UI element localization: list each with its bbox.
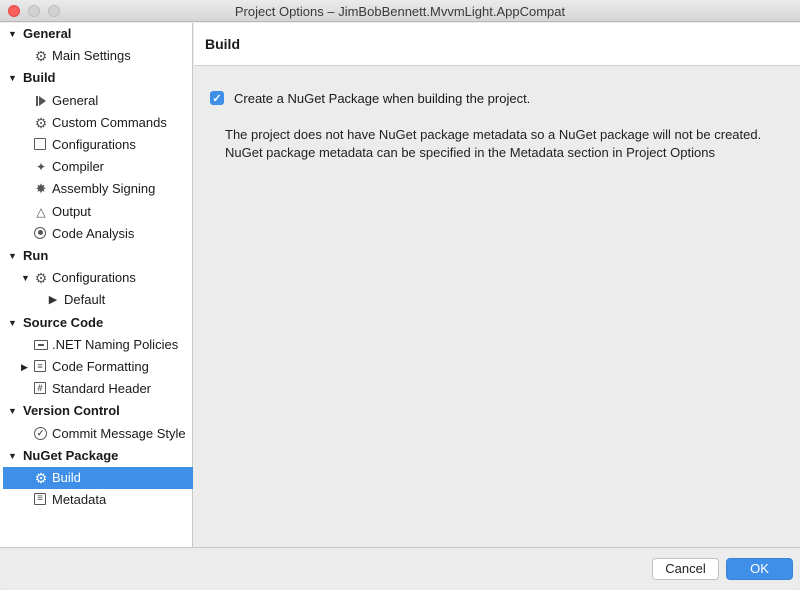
sidebar-section-label: Source Code xyxy=(23,314,104,330)
sidebar-item-label: Default xyxy=(64,292,106,308)
gear-icon xyxy=(34,116,48,130)
sidebar-section-label: NuGet Package xyxy=(23,447,119,463)
sidebar-item-main-settings[interactable]: Main Settings xyxy=(0,45,193,67)
sidebar-item-label: Assembly Signing xyxy=(52,181,156,197)
sidebar-item-configurations[interactable]: Configurations xyxy=(0,267,193,289)
sidebar-item-custom-commands[interactable]: Custom Commands xyxy=(0,112,193,134)
document-icon xyxy=(34,493,46,506)
compiler-icon xyxy=(34,160,48,174)
sidebar-item-label: Code Analysis xyxy=(52,225,135,241)
sidebar-section-build[interactable]: Build xyxy=(0,67,193,89)
target-icon xyxy=(34,226,46,239)
sidebar-item-general[interactable]: General xyxy=(0,90,193,112)
sidebar-item-label: Configurations xyxy=(52,137,136,152)
dialog-footer: Cancel OK xyxy=(0,547,800,590)
disclosure-down-icon[interactable] xyxy=(8,245,17,267)
disclosure-down-icon[interactable] xyxy=(21,267,30,289)
sidebar-item-label: Metadata xyxy=(52,492,107,508)
sidebar-item-build[interactable]: Build xyxy=(3,467,193,489)
play-icon xyxy=(34,94,48,108)
seal-icon xyxy=(34,182,48,196)
sidebar-item-metadata[interactable]: Metadata xyxy=(0,489,193,511)
sidebar-item-configurations[interactable]: Configurations xyxy=(0,134,193,156)
sidebar-item-label: Commit Message Style xyxy=(52,425,186,441)
gear-icon xyxy=(34,271,48,285)
sidebar-section-label: Build xyxy=(23,70,56,86)
create-nuget-package-checkbox[interactable]: ✓ xyxy=(210,91,224,105)
project-options-window: Project Options – JimBobBennett.MvvmLigh… xyxy=(0,0,800,590)
sidebar-section-version-control[interactable]: Version Control xyxy=(0,400,193,422)
sidebar-item-label: Main Settings xyxy=(52,48,131,64)
sidebar-section-label: General xyxy=(23,26,72,41)
sidebar-item-code-analysis[interactable]: Code Analysis xyxy=(0,223,193,245)
sidebar-item-code-formatting[interactable]: Code Formatting xyxy=(0,356,193,378)
sidebar-section-general[interactable]: General xyxy=(0,23,193,45)
sidebar-item-label: Build xyxy=(52,470,81,485)
naming-icon xyxy=(34,339,48,350)
window-title: Project Options – JimBobBennett.MvvmLigh… xyxy=(234,4,566,19)
sidebar-item-label: Output xyxy=(52,203,92,219)
disclosure-down-icon[interactable] xyxy=(8,67,17,89)
sidebar-section-source-code[interactable]: Source Code xyxy=(0,312,193,334)
disclosure-down-icon[interactable] xyxy=(8,445,17,467)
sidebar-item-compiler[interactable]: Compiler xyxy=(0,156,193,178)
ok-button[interactable]: OK xyxy=(726,558,793,580)
sidebar-item-standard-header[interactable]: Standard Header xyxy=(0,378,193,400)
disclosure-down-icon[interactable] xyxy=(8,400,17,422)
sidebar-item-label: Code Formatting xyxy=(52,359,149,374)
window-icon xyxy=(34,138,46,150)
disclosure-down-icon[interactable] xyxy=(8,23,17,45)
gear-icon xyxy=(34,471,48,485)
sidebar-item-label: Standard Header xyxy=(52,381,152,397)
sidebar-item-net-naming-policies[interactable]: .NET Naming Policies xyxy=(0,334,193,356)
sidebar-item-commit-message-style[interactable]: Commit Message Style xyxy=(0,423,193,445)
sidebar-section-label: Run xyxy=(23,248,49,263)
sidebar-section-label: Version Control xyxy=(23,403,120,419)
metadata-info-text: The project does not have NuGet package … xyxy=(225,127,762,160)
page-title: Build xyxy=(205,36,240,52)
sidebar-section-run[interactable]: Run xyxy=(0,245,193,267)
gear-icon xyxy=(34,49,48,63)
check-circle-icon xyxy=(34,426,47,440)
disclosure-down-icon[interactable] xyxy=(8,312,17,334)
flask-icon xyxy=(34,205,48,219)
sidebar-item-label: Custom Commands xyxy=(52,114,167,130)
main-panel: Build ✓ Create a NuGet Package when buil… xyxy=(194,23,800,547)
create-nuget-package-label[interactable]: Create a NuGet Package when building the… xyxy=(234,91,530,106)
sidebar-item-label: .NET Naming Policies xyxy=(52,336,179,352)
panel-header: Build xyxy=(194,23,800,66)
play-triangle-icon xyxy=(46,293,60,307)
sidebar-item-default[interactable]: Default xyxy=(0,289,193,311)
hash-icon xyxy=(34,382,46,395)
sidebar-item-assembly-signing[interactable]: Assembly Signing xyxy=(0,178,193,200)
title-bar: Project Options – JimBobBennett.MvvmLigh… xyxy=(0,0,800,22)
sidebar-section-nuget-package[interactable]: NuGet Package xyxy=(0,445,193,467)
sidebar-item-output[interactable]: Output xyxy=(0,201,193,223)
disclosure-right-icon[interactable] xyxy=(21,356,28,378)
options-sidebar: General Main Settings Build General Custom C… xyxy=(0,23,193,547)
cancel-button[interactable]: Cancel xyxy=(652,558,719,580)
sidebar-item-label: General xyxy=(52,92,99,108)
sidebar-item-label: Configurations xyxy=(52,270,136,286)
formatting-icon xyxy=(34,360,46,372)
sidebar-item-label: Compiler xyxy=(52,159,105,175)
